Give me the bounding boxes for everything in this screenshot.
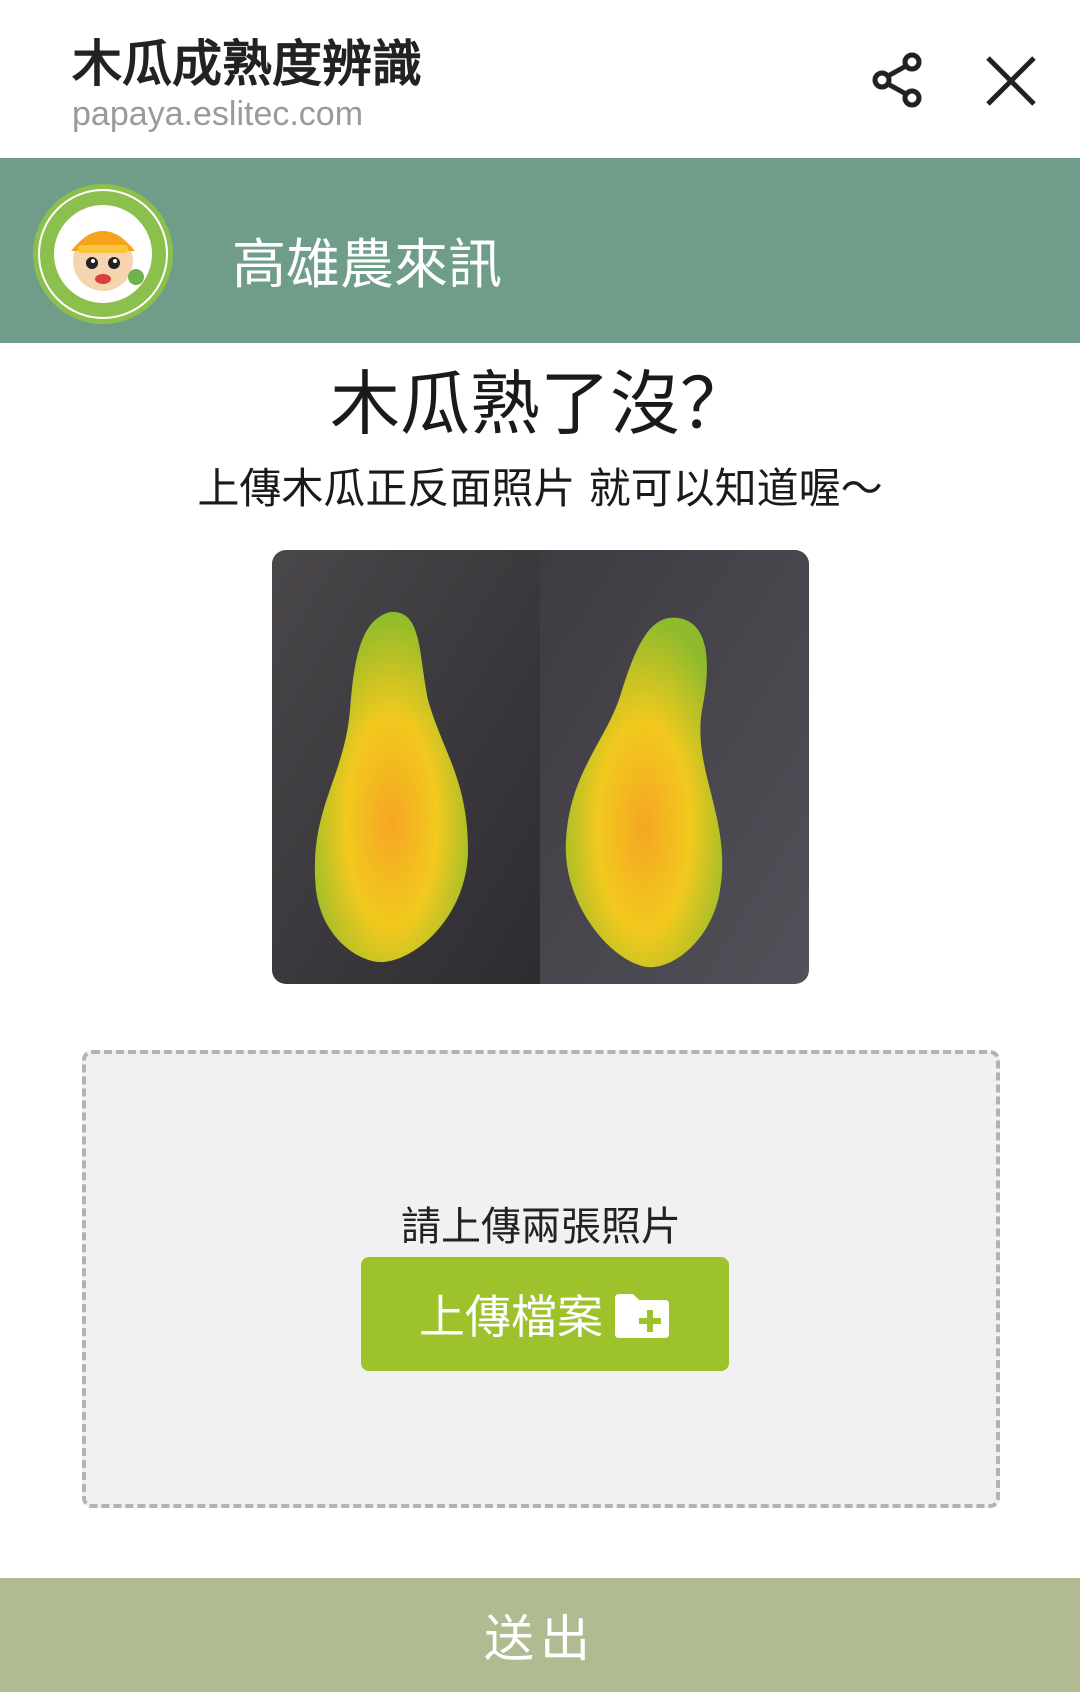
share-icon bbox=[872, 52, 922, 108]
folder-plus-icon bbox=[615, 1294, 669, 1338]
page-url: papaya.eslitec.com bbox=[72, 95, 364, 133]
sample-papaya-image bbox=[272, 550, 809, 984]
submit-label: 送出 bbox=[484, 1610, 596, 1668]
close-button[interactable] bbox=[980, 50, 1042, 112]
headline: 木瓜熟了沒？ bbox=[330, 363, 750, 445]
upload-button-label: 上傳檔案 bbox=[419, 1290, 603, 1344]
page-title: 木瓜成熟度辨識 bbox=[72, 35, 422, 93]
upload-hint: 請上傳兩張照片 bbox=[401, 1204, 681, 1250]
site-header: 高雄農來訊 bbox=[0, 158, 1080, 343]
subheadline: 上傳木瓜正反面照片 就可以知道喔～ bbox=[197, 464, 883, 513]
close-icon bbox=[986, 56, 1036, 106]
site-name: 高雄農來訊 bbox=[232, 233, 502, 296]
submit-button[interactable]: 送出 bbox=[0, 1578, 1080, 1692]
mascot-logo-icon bbox=[40, 191, 166, 317]
upload-file-button[interactable]: 上傳檔案 bbox=[361, 1257, 729, 1371]
share-button[interactable] bbox=[868, 50, 928, 110]
site-logo[interactable] bbox=[33, 184, 173, 324]
upload-dropzone[interactable]: 請上傳兩張照片 上傳檔案 bbox=[82, 1050, 1000, 1508]
browser-top-bar: 木瓜成熟度辨識 papaya.eslitec.com bbox=[0, 0, 1080, 158]
